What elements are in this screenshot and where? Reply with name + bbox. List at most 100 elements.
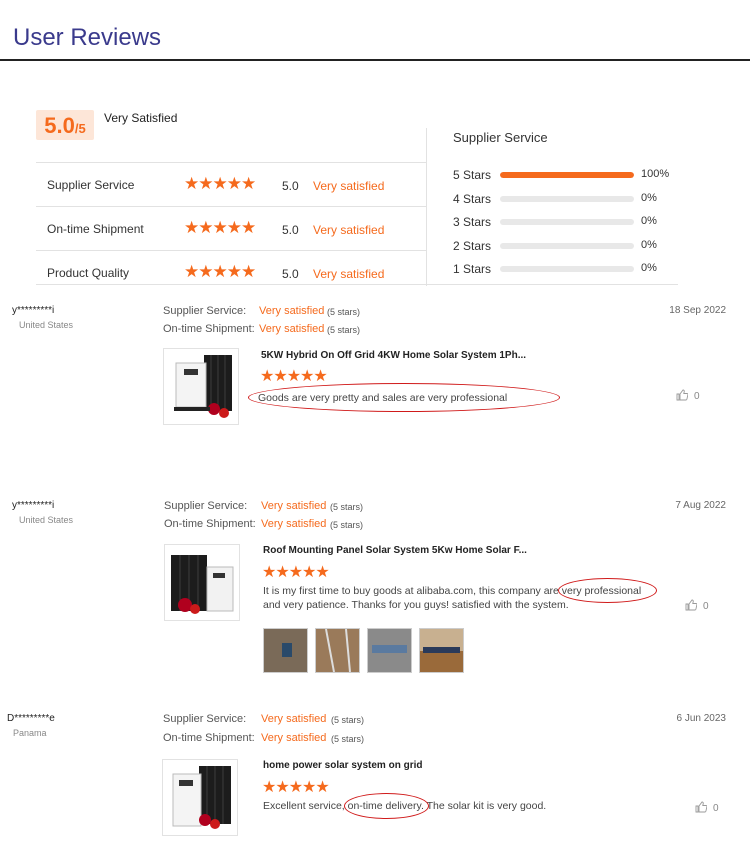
review-date: 18 Sep 2022 — [669, 305, 726, 316]
review-stars-icon: ★★★★★ — [262, 779, 330, 796]
distribution-percent: 0% — [641, 191, 657, 204]
rating-label: On-time Shipment — [47, 222, 144, 236]
supplier-service-value: Very satisfied — [259, 305, 325, 317]
product-title-link[interactable]: 5KW Hybrid On Off Grid 4KW Home Solar Sy… — [261, 350, 526, 361]
star-distribution: 5 Stars 100% 4 Stars 0% 3 Stars 0% 2 Sta… — [453, 168, 693, 286]
product-title-link[interactable]: home power solar system on grid — [263, 760, 422, 771]
reviewer-country: United States — [19, 320, 74, 330]
distribution-label: 2 Stars — [453, 238, 492, 253]
review-stars-icon: ★★★★★ — [260, 368, 328, 385]
thumbs-up-icon — [695, 801, 708, 816]
overall-label: Very Satisfied — [104, 111, 178, 125]
review-text-line: and very patience. Thanks for you guys! … — [263, 599, 569, 611]
distribution-label: 4 Stars — [453, 191, 492, 206]
review-text: Excellent service, on-time delivery. The… — [263, 800, 547, 812]
shipment-note: (5 stars) — [331, 734, 365, 744]
review-photo[interactable] — [419, 628, 464, 673]
distribution-bar — [500, 195, 634, 202]
shipment-note: (5 stars) — [327, 325, 361, 335]
rating-row-product-quality: Product Quality ★★★★★ 5.0 Very satisfied — [36, 250, 426, 294]
supplier-service-value: Very satisfied — [261, 713, 327, 725]
product-title-link[interactable]: Roof Mounting Panel Solar System 5Kw Hom… — [263, 545, 527, 556]
shipment-value: Very satisfied — [261, 732, 327, 744]
overall-score: 5.0 — [44, 113, 75, 138]
review-item: D*********e Panama 6 Jun 2023 Supplier S… — [0, 713, 750, 843]
rating-row-supplier-service: Supplier Service ★★★★★ 5.0 Very satisfie… — [36, 162, 426, 206]
distribution-bar — [500, 219, 634, 225]
distribution-row: 1 Stars 0% — [453, 262, 693, 286]
solar-kit-image — [174, 355, 232, 418]
review-date: 7 Aug 2022 — [675, 500, 726, 511]
review-date: 6 Jun 2023 — [676, 713, 727, 724]
distribution-title: Supplier Service — [453, 130, 548, 145]
distribution-percent: 100% — [641, 168, 670, 180]
like-count: 0 — [694, 391, 700, 402]
page-title: User Reviews — [13, 24, 162, 51]
review-photo[interactable] — [367, 628, 412, 673]
review-item: y*********i United States 18 Sep 2022 Su… — [0, 305, 750, 435]
review-text: Goods are very pretty and sales are very… — [258, 392, 508, 404]
product-thumbnail[interactable] — [163, 348, 239, 425]
product-thumbnail[interactable] — [164, 544, 240, 621]
reviewer-country: Panama — [13, 728, 47, 738]
shipment-value: Very satisfied — [261, 518, 327, 530]
title-divider — [0, 59, 750, 61]
distribution-bar — [500, 266, 634, 272]
rating-text: Very satisfied — [313, 223, 385, 237]
review-stars-icon: ★★★★★ — [262, 564, 330, 581]
shipment-note: (5 stars) — [330, 520, 364, 530]
solar-kit-image — [171, 555, 234, 614]
thumbs-up-icon — [685, 599, 698, 614]
rating-row-on-time-shipment: On-time Shipment ★★★★★ 5.0 Very satisfie… — [36, 206, 426, 250]
supplier-service-note: (5 stars) — [327, 307, 361, 317]
distribution-label: 3 Stars — [453, 215, 492, 229]
thumbs-up-icon — [676, 389, 689, 404]
review-item: y*********i United States 7 Aug 2022 Sup… — [0, 500, 750, 675]
overall-score-badge: 5.0 /5 — [36, 110, 94, 140]
rating-score: 5.0 — [282, 267, 299, 281]
like-count: 0 — [713, 803, 719, 814]
shipment-value: Very satisfied — [259, 323, 325, 335]
reviewer-name: D*********e — [7, 713, 55, 724]
review-text-line: It is my first time to buy goods at alib… — [263, 585, 642, 597]
shipment-label: On-time Shipment: — [163, 323, 255, 335]
distribution-label: 5 Stars — [453, 168, 492, 182]
distribution-percent: 0% — [641, 238, 657, 251]
distribution-label: 1 Stars — [453, 262, 492, 276]
rating-text: Very satisfied — [313, 267, 385, 281]
like-button[interactable]: 0 — [695, 801, 719, 816]
review-photo[interactable] — [315, 628, 360, 673]
rating-score: 5.0 — [282, 179, 299, 193]
distribution-percent: 0% — [641, 262, 657, 274]
distribution-bar-fill — [500, 172, 634, 178]
star-rating-icon: ★★★★★ — [184, 174, 256, 193]
reviewer-name: y*********i — [12, 305, 55, 316]
supplier-service-label: Supplier Service: — [163, 713, 247, 725]
solar-kit-image — [172, 766, 231, 829]
star-rating-icon: ★★★★★ — [184, 218, 256, 237]
like-button[interactable]: 0 — [676, 389, 700, 404]
supplier-service-label: Supplier Service: — [163, 305, 247, 317]
distribution-row: 5 Stars 100% — [453, 168, 693, 192]
like-count: 0 — [703, 601, 709, 612]
summary-vertical-divider — [426, 128, 427, 286]
reviewer-country: United States — [19, 515, 74, 525]
shipment-label: On-time Shipment: — [164, 518, 256, 530]
supplier-service-value: Very satisfied — [261, 500, 327, 512]
shipment-label: On-time Shipment: — [163, 732, 255, 744]
supplier-service-label: Supplier Service: — [164, 500, 248, 512]
supplier-service-note: (5 stars) — [331, 715, 365, 725]
like-button[interactable]: 0 — [685, 599, 709, 614]
category-ratings: Supplier Service ★★★★★ 5.0 Very satisfie… — [36, 162, 426, 294]
supplier-service-note: (5 stars) — [330, 502, 364, 512]
product-thumbnail[interactable] — [162, 759, 238, 836]
distribution-row: 2 Stars 0% — [453, 239, 693, 263]
overall-score-max: /5 — [74, 121, 86, 136]
review-photo[interactable] — [263, 628, 308, 673]
distribution-row: 3 Stars 0% — [453, 215, 693, 239]
distribution-bar — [500, 172, 634, 178]
star-rating-icon: ★★★★★ — [184, 262, 256, 281]
distribution-percent: 0% — [641, 215, 657, 227]
distribution-bar — [500, 242, 634, 249]
rating-text: Very satisfied — [313, 179, 385, 193]
